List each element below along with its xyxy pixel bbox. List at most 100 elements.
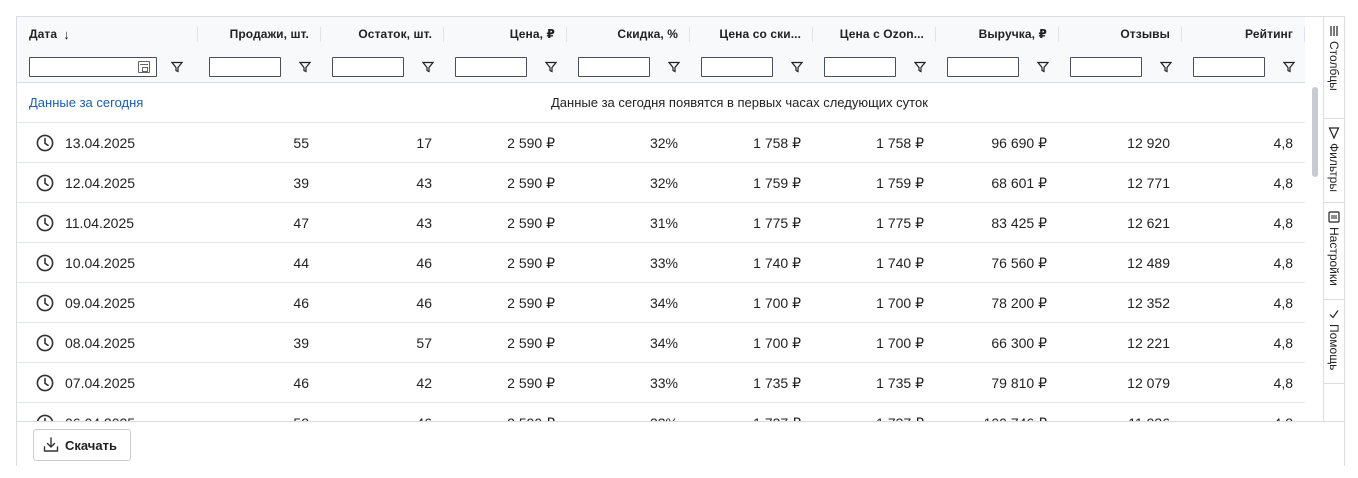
column-header-revenue[interactable]: Выручка, ₽ [936,17,1059,51]
discount-cell: 32% [649,135,678,151]
side-tab-columns[interactable]: Столбцы [1324,17,1345,119]
column-header-price-ozon[interactable]: Цена с Ozon... [813,17,936,51]
check-icon [1329,310,1339,319]
column-header-label: Цена, ₽ [509,27,555,41]
filter-input[interactable] [1070,57,1142,77]
table-row[interactable]: 07.04.2025 46 42 2 590 ₽ 33% 1 735 ₽ 1 735 ₽ 79… [17,363,1305,403]
filter-input[interactable] [701,57,773,77]
filter-input[interactable] [947,57,1019,77]
filter-icon[interactable] [422,61,434,73]
side-tab-settings[interactable]: Настройки [1324,203,1345,300]
filter-icon[interactable] [299,61,311,73]
sales-cell: 46 [293,295,309,311]
table-row[interactable]: 10.04.2025 44 46 2 590 ₽ 33% 1 740 ₽ 1 740 ₽ 76… [17,243,1305,283]
filter-input[interactable] [209,57,281,77]
filter-input[interactable] [455,57,527,77]
column-separator[interactable] [1304,27,1305,42]
rating-cell: 4,8 [1273,135,1293,151]
calendar-icon[interactable] [138,61,150,73]
grid-header: Дата ↓ Продажи, шт. Остаток, шт. Цена, ₽… [17,17,1305,83]
sales-cell: 47 [293,215,309,231]
grid-body: Дата ↓ Продажи, шт. Остаток, шт. Цена, ₽… [17,17,1323,421]
column-header-label: Остаток, шт. [358,27,432,41]
clock-icon[interactable] [36,334,54,352]
filter-icon[interactable] [1037,61,1049,73]
revenue-cell: 100 746 ₽ [936,403,1059,422]
price-ozon-cell: 1 775 ₽ [876,214,924,231]
clock-icon[interactable] [36,414,54,421]
today-row: Данные за сегодня Данные за сегодня появ… [17,83,1305,123]
date-filter-input[interactable] [29,57,157,77]
clock-icon[interactable] [36,254,54,272]
filter-icon[interactable] [668,61,680,73]
date-value: 07.04.2025 [65,375,136,391]
column-header-date[interactable]: Дата ↓ [17,17,198,51]
reviews-cell: 12 489 [1127,255,1170,271]
side-tab-help[interactable]: Помощь [1324,300,1345,384]
clock-icon[interactable] [36,134,54,152]
table-row[interactable]: 13.04.2025 55 17 2 590 ₽ 32% 1 758 ₽ 1 758 ₽ 96… [17,123,1305,163]
column-header-rating[interactable]: Рейтинг [1182,17,1305,51]
date-cell: 06.04.2025 [17,403,135,421]
download-button[interactable]: Скачать [33,429,131,461]
vertical-scrollbar[interactable] [1307,83,1323,421]
price-ozon-cell: 1 737 ₽ [813,403,936,422]
filter-reviews [1070,52,1142,82]
discount-cell: 33% [567,403,690,421]
clock-icon[interactable] [36,214,54,232]
scrollbar-thumb[interactable] [1312,87,1318,177]
table-row[interactable]: 11.04.2025 47 43 2 590 ₽ 31% 1 775 ₽ 1 775 ₽ 83… [17,203,1305,243]
filter-input[interactable] [332,57,404,77]
filter-icon[interactable] [171,61,183,73]
filter-input[interactable] [1193,57,1265,77]
stock-cell: 46 [416,255,432,271]
filter-icon[interactable] [1160,61,1172,73]
column-header-discount[interactable]: Скидка, % [567,17,690,51]
filter-input[interactable] [578,57,650,77]
filter-date [29,52,157,82]
price-cell: 2 590 ₽ [507,294,555,311]
revenue-cell: 83 425 ₽ [991,214,1047,231]
revenue-cell: 78 200 ₽ [991,294,1047,311]
column-header-reviews[interactable]: Отзывы [1059,17,1182,51]
clock-icon[interactable] [36,174,54,192]
filter-icon[interactable] [914,61,926,73]
price-ozon-cell: 1 700 ₽ [876,294,924,311]
filter-icon[interactable] [545,61,557,73]
revenue-cell: 96 690 ₽ [991,134,1047,151]
price-discount-cell: 1 759 ₽ [753,174,801,191]
price-ozon-cell: 1 735 ₽ [876,374,924,391]
download-label: Скачать [65,437,117,453]
table-row[interactable]: 06.04.202558462 590 ₽33%1 737 ₽1 737 ₽10… [17,403,1305,421]
clock-icon[interactable] [36,374,54,392]
column-header-label: Скидка, % [617,27,678,41]
side-tab-label: Помощь [1327,324,1341,371]
date-value: 13.04.2025 [65,135,136,151]
side-tab-filters[interactable]: Фильтры [1324,119,1345,203]
price-cell: 2 590 ₽ [507,334,555,351]
column-header-price[interactable]: Цена, ₽ [444,17,567,51]
sales-cell: 44 [293,255,309,271]
price-cell: 2 590 ₽ [444,403,567,422]
table-row[interactable]: 12.04.2025 39 43 2 590 ₽ 32% 1 759 ₽ 1 759 ₽ 68… [17,163,1305,203]
table-row[interactable]: 09.04.2025 46 46 2 590 ₽ 34% 1 700 ₽ 1 700 ₽ 78… [17,283,1305,323]
filter-icon[interactable] [1283,61,1295,73]
table-row[interactable]: 08.04.2025 39 57 2 590 ₽ 34% 1 700 ₽ 1 700 ₽ 66… [17,323,1305,363]
sort-desc-icon[interactable]: ↓ [63,27,70,42]
date-cell: 08.04.2025 [17,323,135,363]
stock-cell: 43 [416,215,432,231]
stock-cell: 57 [416,335,432,351]
column-header-stock[interactable]: Остаток, шт. [321,17,444,51]
today-data-link[interactable]: Данные за сегодня [29,95,143,110]
column-header-label: Выручка, ₽ [978,27,1047,41]
filter-input[interactable] [824,57,896,77]
filter-rating [1193,52,1265,82]
column-header-price-discount[interactable]: Цена со ски... [690,17,813,51]
rating-cell: 4,8 [1273,175,1293,191]
clock-icon[interactable] [36,294,54,312]
column-header-sales[interactable]: Продажи, шт. [198,17,321,51]
price-cell: 2 590 ₽ [507,254,555,271]
reviews-cell: 11 936 [1059,403,1182,421]
filter-icon[interactable] [791,61,803,73]
settings-icon [1328,211,1340,223]
